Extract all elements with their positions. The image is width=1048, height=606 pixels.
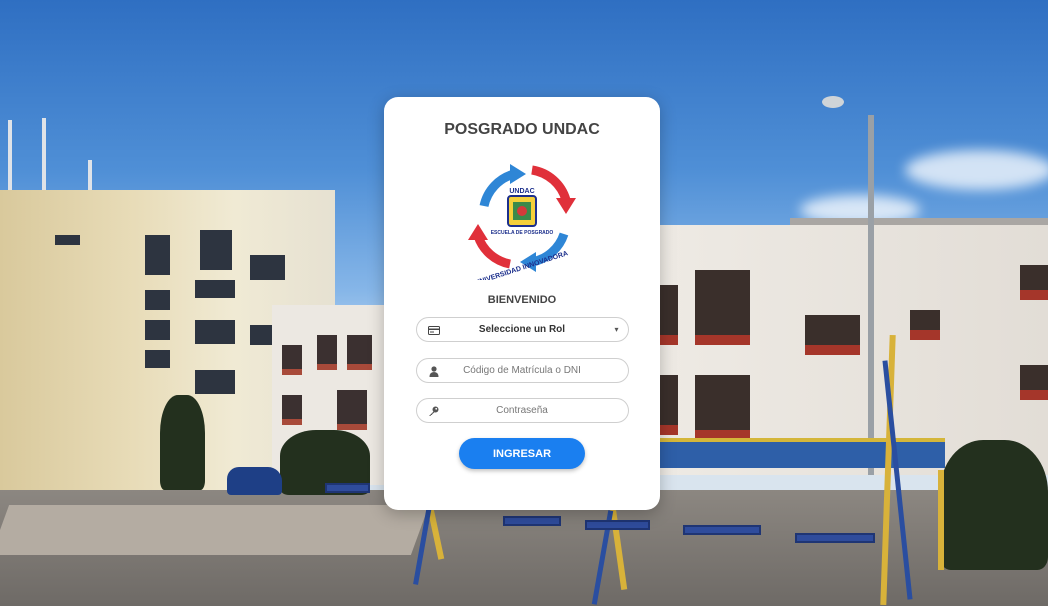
welcome-text: BIENVENIDO — [487, 294, 557, 306]
password-input[interactable] — [416, 399, 628, 422]
login-button[interactable]: INGRESAR — [459, 438, 585, 469]
canopy — [660, 438, 945, 468]
role-select[interactable]: Seleccione un Rol — [416, 318, 628, 341]
undac-logo: UNDAC ESCUELA DE POSGRADO UNIVERSIDAD IN… — [468, 164, 576, 280]
id-card-icon — [427, 324, 440, 336]
chevron-down-icon[interactable]: ▾ — [614, 325, 618, 335]
role-select-field[interactable]: Seleccione un Rol ▾ — [415, 317, 629, 342]
login-card: POSGRADO UNDAC UNDAC ESCUELA DE POSGRADO… — [384, 97, 660, 510]
svg-text:ESCUELA DE POSGRADO: ESCUELA DE POSGRADO — [491, 230, 554, 236]
code-field[interactable] — [415, 358, 629, 383]
password-field[interactable] — [415, 398, 629, 423]
page-title: POSGRADO UNDAC — [444, 121, 600, 138]
key-icon — [428, 405, 440, 417]
code-input[interactable] — [416, 359, 628, 382]
user-icon — [428, 365, 440, 377]
svg-text:UNDAC: UNDAC — [509, 188, 534, 195]
